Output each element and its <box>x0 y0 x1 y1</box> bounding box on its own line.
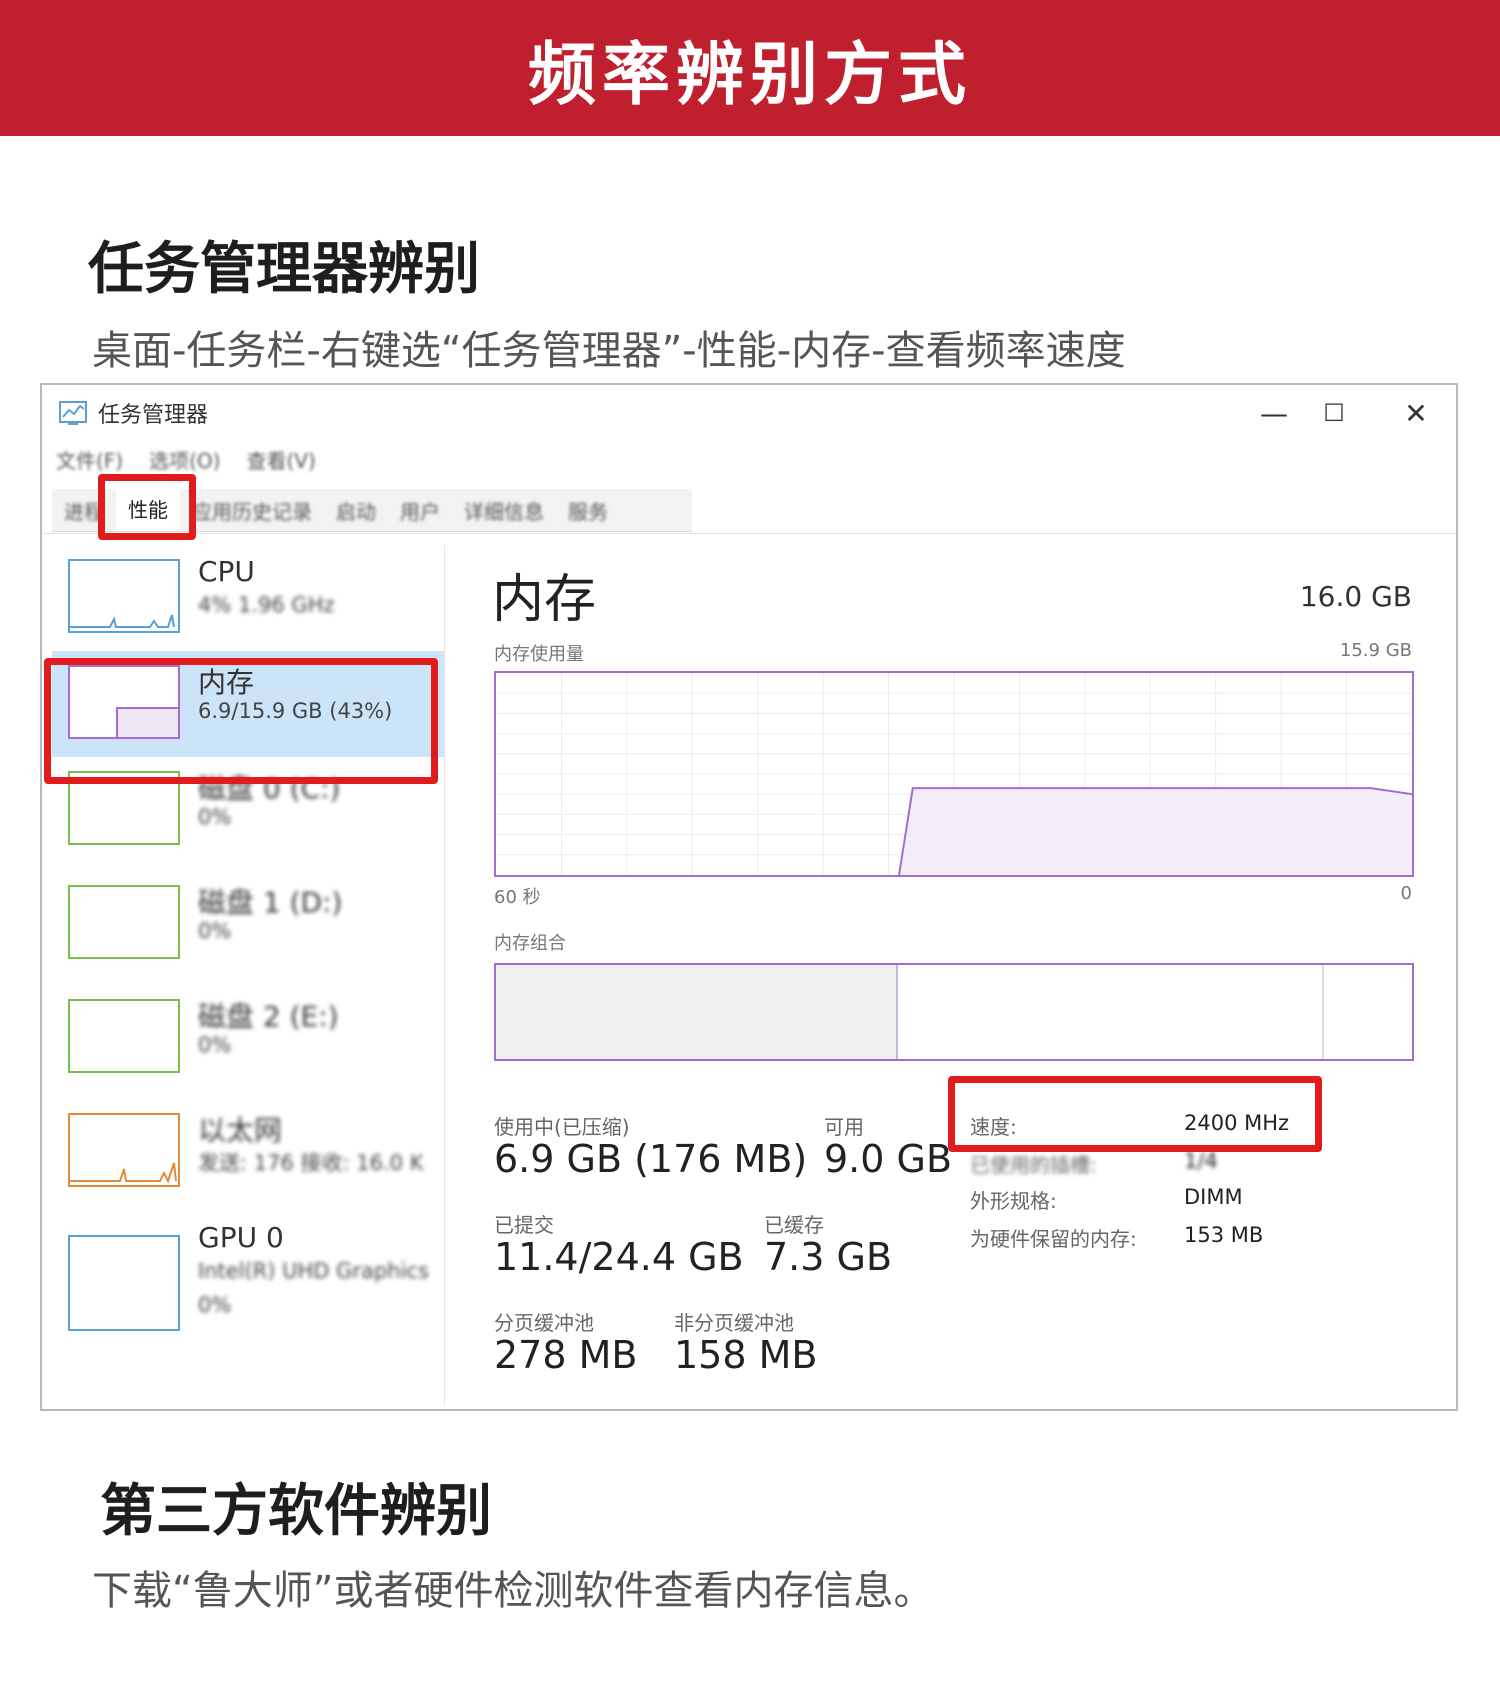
slots-label: 已使用的插槽: <box>970 1153 1097 1177</box>
tab-divider <box>42 533 1456 534</box>
memory-total: 16.0 GB <box>1299 580 1412 613</box>
ethernet-sparkline <box>70 1162 177 1184</box>
available-value: 9.0 GB <box>824 1137 953 1181</box>
committed-label: 已提交 <box>494 1213 554 1237</box>
sidebar-item-cpu[interactable]: CPU 4% 1.96 GHz <box>52 545 444 651</box>
disk-1-thumbnail <box>68 885 180 959</box>
memory-composition-label: 内存组合 <box>494 933 566 954</box>
memory-usage-max: 15.9 GB <box>1339 640 1412 661</box>
sidebar-disk-1-name: 磁盘 1 (D:) <box>198 886 343 919</box>
memory-usage-graph <box>496 673 1413 876</box>
usage-area <box>899 788 1412 875</box>
disk-2-thumbnail <box>68 999 180 1073</box>
paged-pool-value: 278 MB <box>494 1333 638 1377</box>
sidebar-cpu-name: CPU <box>198 555 255 588</box>
slots-value: 1/4 <box>1184 1149 1218 1173</box>
maximize-button[interactable]: ☐ <box>1304 391 1364 435</box>
tab-users[interactable]: 用户 <box>388 496 452 525</box>
sidebar-disk-1-sub: 0% <box>198 919 232 943</box>
nonpaged-pool-value: 158 MB <box>674 1333 818 1377</box>
cached-label: 已缓存 <box>764 1213 824 1237</box>
tab-startup[interactable]: 启动 <box>324 496 388 525</box>
memory-usage-chart <box>494 671 1414 877</box>
ethernet-thumbnail <box>68 1113 180 1187</box>
chart-axis-right: 0 <box>1400 883 1412 904</box>
sidebar-item-disk-2[interactable]: 磁盘 2 (E:) 0% <box>52 985 444 1091</box>
composition-in-use <box>496 965 898 1059</box>
sidebar-disk-0-sub: 0% <box>198 805 232 829</box>
form-factor-label: 外形规格: <box>970 1189 1057 1213</box>
task-manager-window: 任务管理器 — ☐ ✕ 文件(F) 选项(O) 查看(V) 进程 性能 应用历史… <box>40 383 1458 1411</box>
cpu-thumbnail <box>68 559 180 633</box>
task-manager-icon <box>59 401 87 425</box>
section-desc-task-manager: 桌面-任务栏-右键选“任务管理器”-性能-内存-查看频率速度 <box>92 328 1126 374</box>
form-factor-value: DIMM <box>1184 1185 1243 1209</box>
nonpaged-pool-label: 非分页缓冲池 <box>674 1311 794 1335</box>
cached-value: 7.3 GB <box>764 1235 893 1279</box>
sidebar-disk-2-name: 磁盘 2 (E:) <box>198 1000 339 1033</box>
committed-value: 11.4/24.4 GB <box>494 1235 744 1279</box>
title-bar[interactable]: 任务管理器 — ☐ ✕ <box>42 385 1456 441</box>
close-button[interactable]: ✕ <box>1386 391 1446 435</box>
chart-axis-left: 60 秒 <box>494 887 541 908</box>
sidebar-gpu-0-usage: 0% <box>198 1293 232 1317</box>
sidebar-ethernet-name: 以太网 <box>198 1114 283 1147</box>
reserved-memory-value: 153 MB <box>1184 1223 1264 1247</box>
gpu-0-thumbnail <box>68 1235 180 1331</box>
tab-services[interactable]: 服务 <box>556 496 620 525</box>
memory-usage-label: 内存使用量 <box>494 644 584 665</box>
minimize-button[interactable]: — <box>1244 391 1304 435</box>
tab-app-history[interactable]: 应用历史记录 <box>180 496 324 525</box>
memory-composition-bar <box>494 963 1414 1061</box>
composition-divider <box>1322 965 1324 1059</box>
banner-title: 频率辨别方式 <box>527 35 972 115</box>
sidebar-cpu-sub: 4% 1.96 GHz <box>198 593 335 617</box>
memory-title: 内存 <box>492 570 597 630</box>
reserved-memory-label: 为硬件保留的内存: <box>970 1227 1137 1251</box>
sidebar-item-gpu-0[interactable]: GPU 0 Intel(R) UHD Graphics 0% <box>52 1211 444 1341</box>
highlight-memory-item <box>44 658 438 784</box>
available-label: 可用 <box>824 1115 864 1139</box>
sidebar-disk-2-sub: 0% <box>198 1033 232 1057</box>
tab-details[interactable]: 详细信息 <box>452 496 556 525</box>
sidebar-ethernet-sub: 发送: 176 接收: 16.0 K <box>198 1151 424 1175</box>
section-title-third-party: 第三方软件辨别 <box>100 1479 492 1544</box>
sidebar-gpu-0-sub: Intel(R) UHD Graphics <box>198 1259 429 1283</box>
cpu-sparkline <box>70 614 175 628</box>
sidebar-gpu-0-name: GPU 0 <box>198 1221 284 1254</box>
header-banner: 频率辨别方式 <box>0 0 1500 136</box>
in-use-value: 6.9 GB (176 MB) <box>494 1137 808 1181</box>
in-use-label: 使用中(已压缩) <box>494 1115 630 1139</box>
highlight-performance-tab <box>98 474 196 540</box>
section-desc-third-party: 下载“鲁大师”或者硬件检测软件查看内存信息。 <box>92 1568 934 1614</box>
section-title-task-manager: 任务管理器辨别 <box>88 237 480 302</box>
window-title: 任务管理器 <box>98 403 209 428</box>
highlight-speed <box>948 1076 1322 1152</box>
menu-view[interactable]: 查看(V) <box>246 445 315 481</box>
sidebar-item-ethernet[interactable]: 以太网 发送: 176 接收: 16.0 K <box>52 1099 444 1205</box>
sidebar-divider <box>444 545 445 1405</box>
paged-pool-label: 分页缓冲池 <box>494 1311 594 1335</box>
sidebar-item-disk-1[interactable]: 磁盘 1 (D:) 0% <box>52 871 444 977</box>
